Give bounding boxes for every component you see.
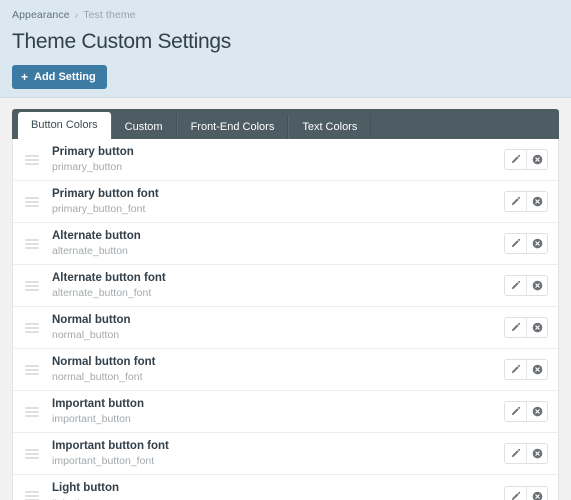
breadcrumb-separator-icon: › xyxy=(74,9,79,21)
edit-setting-button[interactable] xyxy=(505,486,526,500)
tab-button-colors[interactable]: Button Colors xyxy=(18,112,111,139)
add-setting-button[interactable]: + Add Setting xyxy=(12,65,107,90)
row-actions xyxy=(504,317,548,338)
setting-info: Light button light_button xyxy=(52,481,504,500)
setting-row[interactable]: Alternate button font alternate_button_fo… xyxy=(13,265,558,307)
setting-info: Primary button primary_button xyxy=(52,145,504,175)
setting-slug: normal_button_font xyxy=(52,371,143,384)
setting-title: Alternate button xyxy=(52,229,141,242)
page-header: Appearance › Test theme Theme Custom Setti… xyxy=(0,0,571,98)
setting-title: Important button xyxy=(52,397,144,410)
edit-setting-button[interactable] xyxy=(505,192,526,211)
setting-slug: alternate_button xyxy=(52,245,128,258)
drag-handle-icon[interactable] xyxy=(25,491,39,500)
tab-text-colors[interactable]: Text Colors xyxy=(288,115,372,139)
delete-setting-button[interactable] xyxy=(526,234,547,253)
setting-slug: alternate_button_font xyxy=(52,287,152,300)
edit-setting-button[interactable] xyxy=(505,444,526,463)
row-actions xyxy=(504,233,548,254)
drag-handle-icon[interactable] xyxy=(25,238,39,249)
delete-setting-button[interactable] xyxy=(526,444,547,463)
setting-title: Important button font xyxy=(52,439,169,452)
row-actions xyxy=(504,149,548,170)
row-actions xyxy=(504,485,548,500)
tab-front-end-colors[interactable]: Front-End Colors xyxy=(176,115,289,139)
setting-title: Primary button xyxy=(52,145,134,158)
setting-info: Alternate button alternate_button xyxy=(52,229,504,259)
delete-setting-button[interactable] xyxy=(526,486,547,500)
delete-setting-button[interactable] xyxy=(526,318,547,337)
setting-info: Alternate button font alternate_button_fo… xyxy=(52,271,504,301)
setting-row[interactable]: Primary button primary_button xyxy=(13,139,558,181)
row-actions xyxy=(504,359,548,380)
setting-info: Normal button normal_button xyxy=(52,313,504,343)
setting-title: Primary button font xyxy=(52,187,159,200)
setting-slug: important_button_font xyxy=(52,455,155,468)
breadcrumb-parent[interactable]: Appearance xyxy=(12,9,70,21)
page-title: Theme Custom Settings xyxy=(12,30,231,53)
delete-setting-button[interactable] xyxy=(526,402,547,421)
setting-info: Primary button font primary_button_font xyxy=(52,187,504,217)
setting-slug: normal_button xyxy=(52,329,120,342)
setting-row[interactable]: Alternate button alternate_button xyxy=(13,223,558,265)
breadcrumb: Appearance › Test theme xyxy=(12,9,559,21)
setting-slug: important_button xyxy=(52,413,131,426)
edit-setting-button[interactable] xyxy=(505,276,526,295)
drag-handle-icon[interactable] xyxy=(25,364,39,375)
delete-setting-button[interactable] xyxy=(526,360,547,379)
drag-handle-icon[interactable] xyxy=(25,154,39,165)
drag-handle-icon[interactable] xyxy=(25,280,39,291)
setting-slug: primary_button_font xyxy=(52,203,146,216)
edit-setting-button[interactable] xyxy=(505,318,526,337)
setting-slug: primary_button xyxy=(52,161,123,174)
breadcrumb-current[interactable]: Test theme xyxy=(83,9,135,21)
delete-setting-button[interactable] xyxy=(526,192,547,211)
setting-row[interactable]: Normal button normal_button xyxy=(13,307,558,349)
settings-list-card: Primary button primary_button Primary butt… xyxy=(12,139,559,500)
row-actions xyxy=(504,401,548,422)
tab-bar-container: Button Colors Custom Front-End Colors Text … xyxy=(0,98,571,139)
setting-title: Alternate button font xyxy=(52,271,166,284)
setting-row[interactable]: Light button light_button xyxy=(13,475,558,500)
setting-row[interactable]: Normal button font normal_button_font xyxy=(13,349,558,391)
edit-setting-button[interactable] xyxy=(505,150,526,169)
setting-title: Light button xyxy=(52,482,120,495)
add-setting-label: Add Setting xyxy=(34,70,96,83)
edit-setting-button[interactable] xyxy=(505,402,526,421)
drag-handle-icon[interactable] xyxy=(25,406,39,417)
plus-icon: + xyxy=(21,70,29,85)
row-actions xyxy=(504,191,548,212)
setting-row[interactable]: Important button important_button xyxy=(13,391,558,433)
delete-setting-button[interactable] xyxy=(526,150,547,169)
setting-info: Normal button font normal_button_font xyxy=(52,355,504,385)
drag-handle-icon[interactable] xyxy=(25,322,39,333)
setting-slug: light_button xyxy=(52,497,504,500)
setting-title: Normal button xyxy=(52,313,131,326)
drag-handle-icon[interactable] xyxy=(25,196,39,207)
edit-setting-button[interactable] xyxy=(505,360,526,379)
setting-info: Important button font important_button_fo… xyxy=(52,439,504,469)
edit-setting-button[interactable] xyxy=(505,234,526,253)
row-actions xyxy=(504,443,548,464)
row-actions xyxy=(504,275,548,296)
setting-info: Important button important_button xyxy=(52,397,504,427)
tab-bar: Button Colors Custom Front-End Colors Text … xyxy=(12,109,559,139)
setting-row[interactable]: Important button font important_button_fo… xyxy=(13,433,558,475)
delete-setting-button[interactable] xyxy=(526,276,547,295)
drag-handle-icon[interactable] xyxy=(25,448,39,459)
tab-custom[interactable]: Custom xyxy=(110,115,177,139)
setting-row[interactable]: Primary button font primary_button_font xyxy=(13,181,558,223)
setting-title: Normal button font xyxy=(52,355,156,368)
